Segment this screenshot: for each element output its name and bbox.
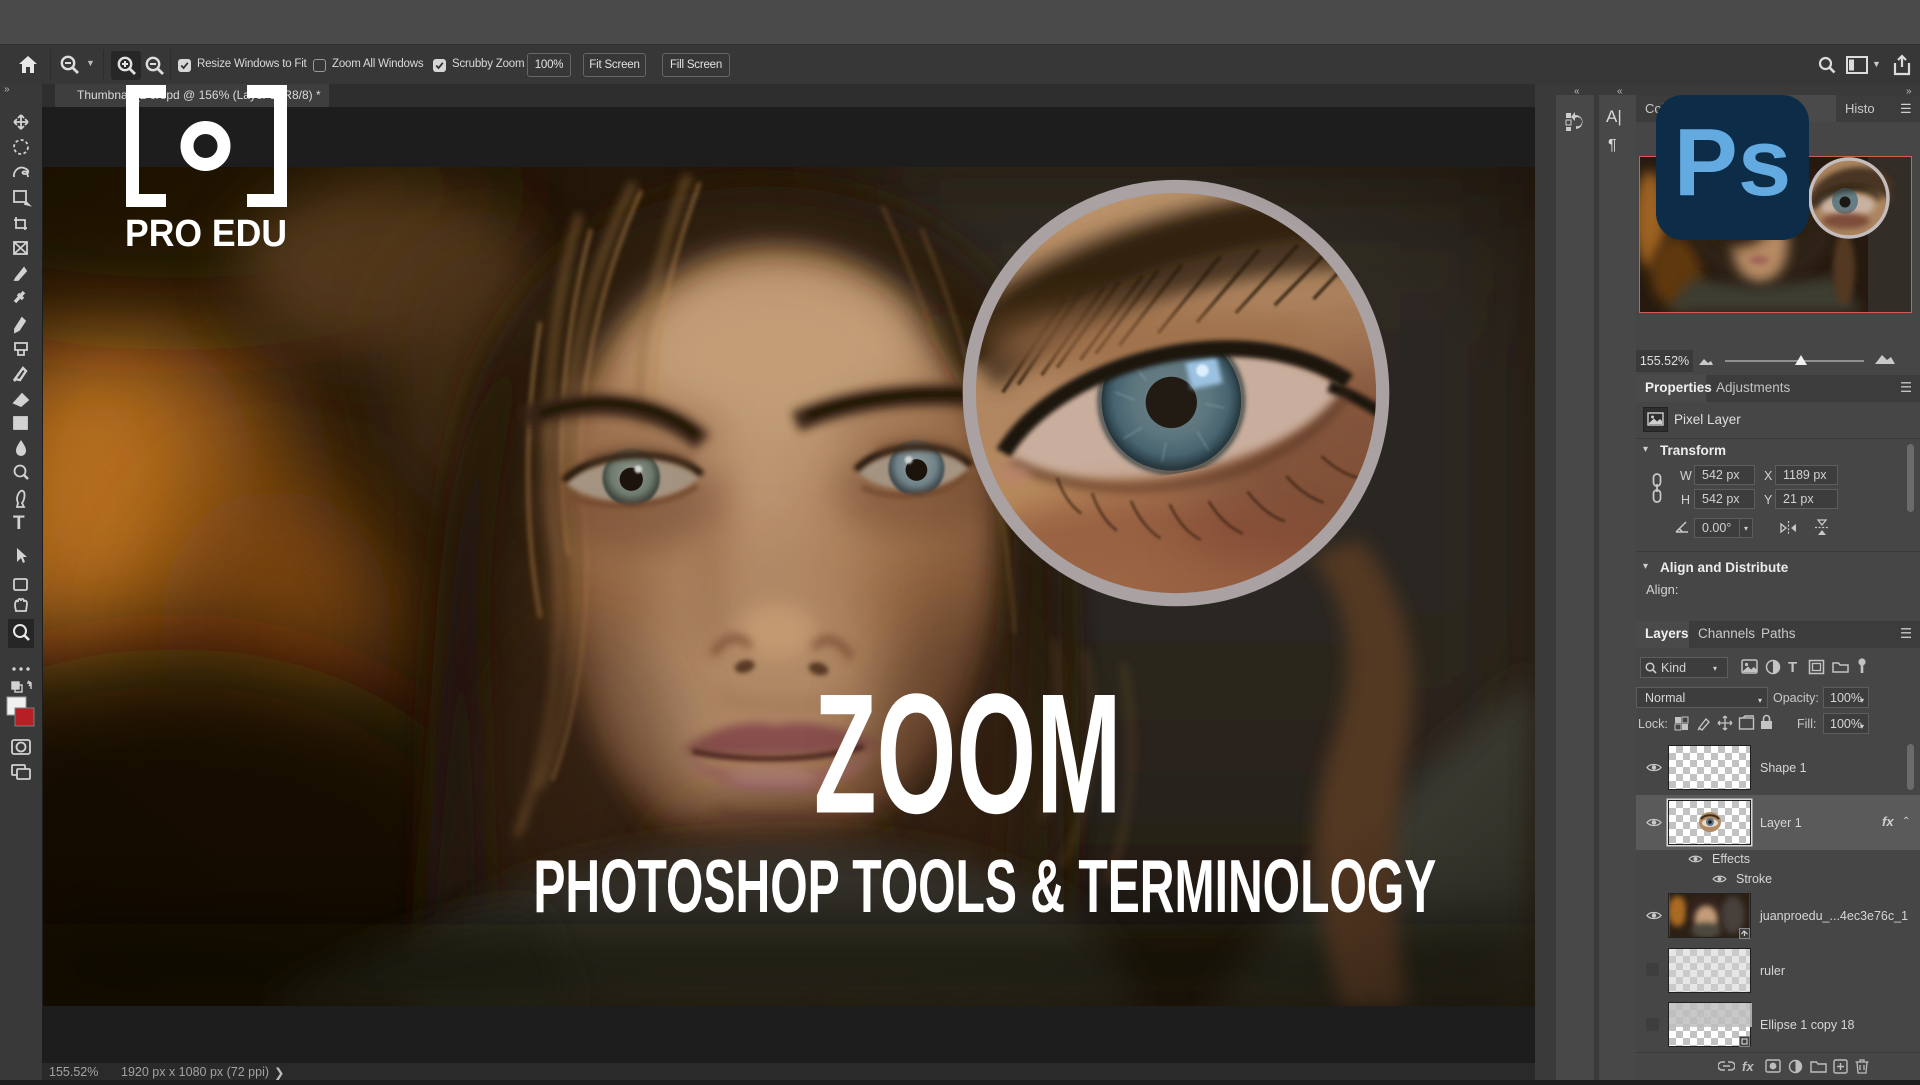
svg-text:T: T	[13, 513, 25, 534]
svg-text:PRO EDU: PRO EDU	[125, 213, 287, 255]
svg-text:ZOOM: ZOOM	[814, 659, 1122, 850]
svg-text:»: »	[4, 84, 10, 95]
svg-text:PHOTOSHOP TOOLS & TERMINOLOGY: PHOTOSHOP TOOLS & TERMINOLOGY	[533, 844, 1436, 928]
